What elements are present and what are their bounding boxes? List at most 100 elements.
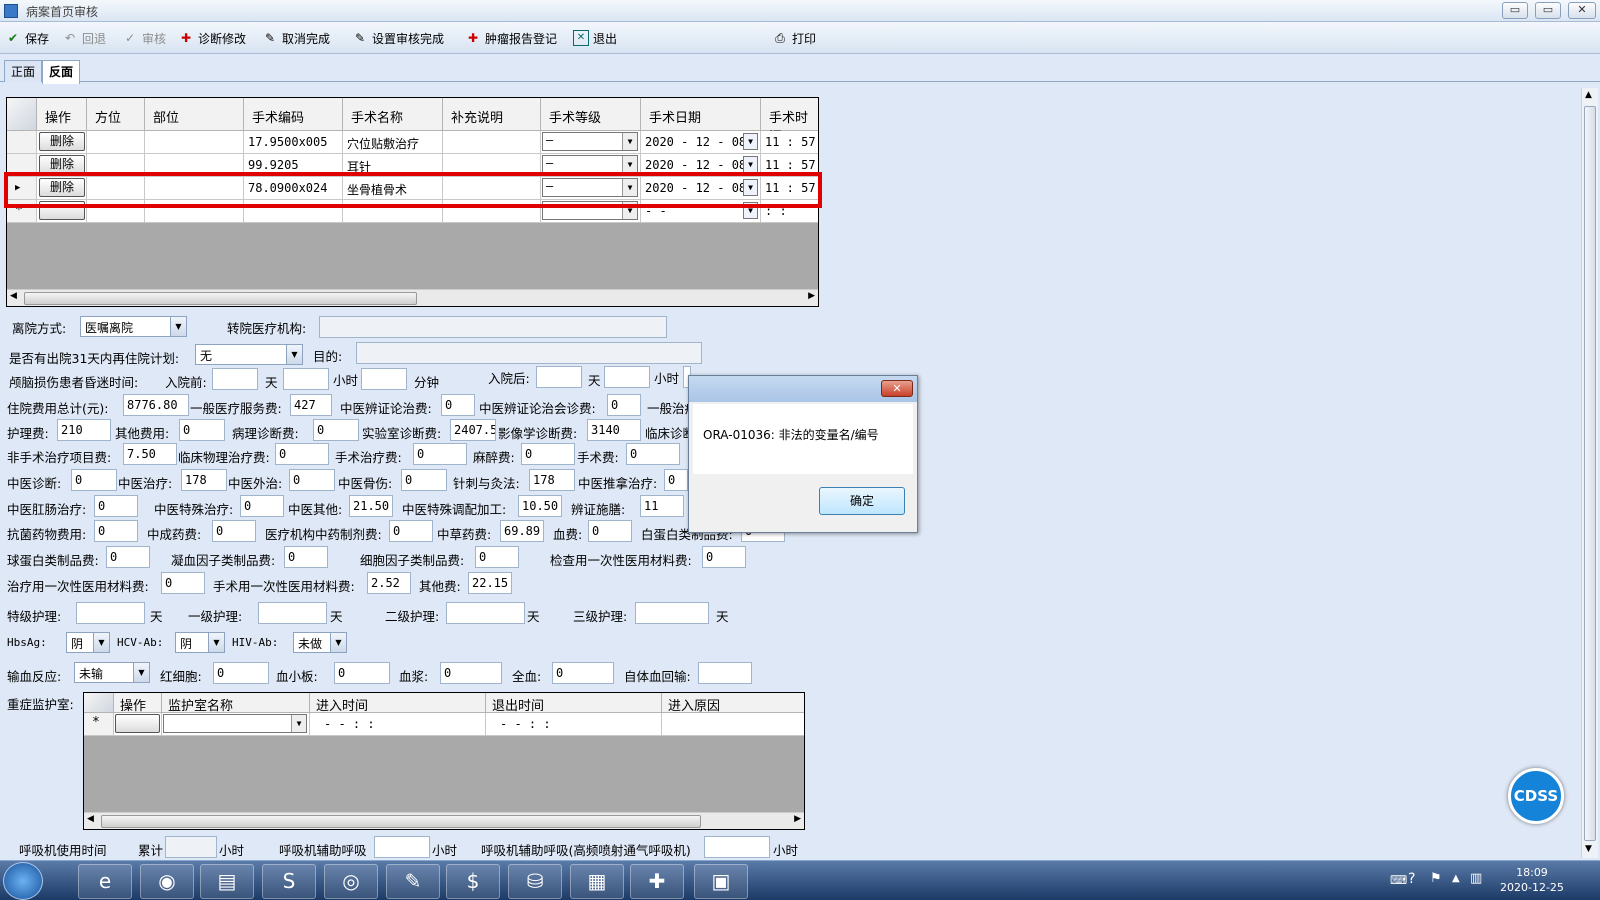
after-admit-hours-input[interactable]	[604, 366, 650, 388]
transfer-org-input[interactable]	[319, 316, 667, 338]
app-taskbar-icon[interactable]: ◉	[140, 864, 194, 899]
fee-input[interactable]: 0	[521, 443, 575, 465]
help-tray-icon[interactable]: ?	[1408, 871, 1415, 887]
icu-enter-time[interactable]: - - : :	[310, 713, 486, 736]
fee-input[interactable]: 21.50	[349, 495, 393, 517]
rollback-button[interactable]: ↶ 回退	[62, 29, 106, 47]
new-row-marker[interactable]: *	[84, 713, 114, 736]
nursing-input[interactable]	[446, 602, 525, 624]
cancel-complete-button[interactable]: ✎ 取消完成	[262, 29, 330, 47]
fee-input[interactable]: 210	[57, 419, 111, 441]
fee-input[interactable]: 427	[290, 394, 332, 416]
fee-input[interactable]: 0	[161, 572, 205, 594]
horizontal-scrollbar[interactable]: ◀ ▶	[7, 289, 818, 306]
ok-button[interactable]: 确定	[819, 487, 905, 515]
scroll-left-icon[interactable]: ◀	[10, 291, 17, 301]
table-cell[interactable]	[145, 131, 244, 154]
icu-name-select[interactable]: ▼	[163, 714, 307, 733]
vent-assist-input[interactable]	[374, 836, 430, 858]
taskbar-clock[interactable]: 18:09 2020-12-25	[1500, 865, 1564, 895]
scroll-right-icon[interactable]: ▶	[808, 291, 815, 301]
s-app-taskbar-icon[interactable]: S	[262, 864, 316, 899]
fee-input[interactable]: 0	[240, 495, 284, 517]
keyboard-tray-icon[interactable]: ⌨	[1390, 873, 1407, 887]
fee-input[interactable]: 7.50	[123, 443, 177, 465]
surgery-level-select[interactable]: – ▼	[542, 132, 638, 151]
exit-button[interactable]: ✕ 退出	[573, 29, 617, 47]
scroll-left-icon[interactable]: ◀	[87, 814, 94, 824]
nursing-input[interactable]	[258, 602, 327, 624]
scrollbar-thumb[interactable]	[101, 815, 701, 828]
flag-tray-icon[interactable]: ⚑	[1430, 871, 1442, 886]
notepad-taskbar-icon[interactable]: ✎	[386, 864, 440, 899]
fee-input[interactable]: 11	[640, 495, 684, 517]
blood-input[interactable]	[698, 662, 752, 684]
fee-input[interactable]: 0	[106, 546, 150, 568]
surgery-name-cell[interactable]: 穴位贴敷治疗	[343, 131, 443, 154]
scrollbar-thumb[interactable]	[1584, 106, 1596, 841]
dollar-app-taskbar-icon[interactable]: $	[446, 864, 500, 899]
transfusion-select[interactable]: 未输 ▼	[74, 662, 150, 683]
fee-input[interactable]: 8776.80	[123, 394, 189, 416]
fee-input[interactable]: 0	[475, 546, 519, 568]
new-row-button[interactable]	[115, 714, 160, 733]
before-admit-days-input[interactable]	[212, 368, 258, 390]
blood-input[interactable]: 0	[440, 662, 502, 684]
vent-hf-input[interactable]	[704, 836, 770, 858]
fee-input[interactable]: 0	[179, 419, 225, 441]
minimize-button[interactable]: ▭	[1502, 2, 1528, 19]
scroll-up-icon[interactable]: ▲	[1585, 90, 1592, 100]
close-button[interactable]: ✕	[1568, 2, 1596, 19]
diagnosis-modify-button[interactable]: ✚ 诊断修改	[178, 29, 246, 47]
tab-back[interactable]: 反面	[42, 60, 81, 84]
set-audit-complete-button[interactable]: ✎ 设置审核完成	[352, 29, 444, 47]
readmit-plan-select[interactable]: 无 ▼	[195, 344, 303, 365]
fee-input[interactable]: 3140	[587, 419, 641, 441]
scrollbar-thumb[interactable]	[24, 292, 417, 305]
blood-input[interactable]: 0	[334, 662, 390, 684]
nursing-input[interactable]	[635, 602, 709, 624]
scroll-right-icon[interactable]: ▶	[794, 814, 801, 824]
nursing-input[interactable]	[76, 602, 145, 624]
fee-input[interactable]: 178	[529, 469, 575, 491]
fee-input[interactable]: 0	[389, 520, 433, 542]
folder-taskbar-icon[interactable]: ▤	[200, 864, 254, 899]
icu-exit-time[interactable]: - - : :	[486, 713, 662, 736]
sql-taskbar-icon[interactable]: ▦	[570, 864, 624, 899]
fee-input[interactable]: 2407.5	[450, 419, 496, 441]
ventilator-total-input[interactable]	[165, 836, 217, 858]
chrome-taskbar-icon[interactable]: ◎	[324, 864, 378, 899]
cdss-button[interactable]: CDSS	[1508, 768, 1564, 824]
tab-front[interactable]: 正面	[4, 60, 43, 82]
vertical-scrollbar[interactable]: ▲ ▼	[1581, 88, 1598, 858]
after-admit-days-input[interactable]	[536, 366, 582, 388]
fee-input[interactable]: 0	[401, 469, 447, 491]
medical-doc-taskbar-icon[interactable]: ✚	[630, 864, 684, 899]
surgery-code-cell[interactable]: 17.9500x005	[244, 131, 343, 154]
fee-input[interactable]: 0	[284, 546, 328, 568]
tumor-report-register-button[interactable]: ✚ 肿瘤报告登记	[465, 29, 557, 47]
fee-input[interactable]: 0	[212, 520, 256, 542]
fee-input[interactable]: 0	[702, 546, 746, 568]
blood-input[interactable]: 0	[213, 662, 269, 684]
network-tray-icon[interactable]: ▥	[1470, 871, 1482, 886]
hbsag-select[interactable]: 阴 ▼	[66, 632, 110, 653]
surgery-date[interactable]: 2020 - 12 - 08	[645, 135, 746, 149]
row-header[interactable]	[7, 131, 37, 154]
discharge-method-select[interactable]: 医嘱离院 ▼	[80, 316, 187, 337]
hcv-select[interactable]: 阴 ▼	[175, 632, 225, 653]
fee-input[interactable]: 0	[275, 443, 329, 465]
fee-input[interactable]: 0	[94, 495, 138, 517]
save-button[interactable]: ✔ 保存	[5, 29, 49, 47]
surgery-time[interactable]: 11 : 57 : 0	[761, 131, 818, 154]
print-button[interactable]: ⎙ 打印	[772, 29, 816, 47]
delete-button[interactable]: 删除	[39, 132, 85, 151]
start-button[interactable]	[3, 862, 43, 900]
table-cell[interactable]	[87, 131, 145, 154]
dialog-close-button[interactable]: ✕	[881, 380, 913, 397]
calendar-dropdown-icon[interactable]: ▼	[743, 133, 758, 150]
blood-input[interactable]: 0	[552, 662, 614, 684]
fee-input[interactable]: 0	[313, 419, 359, 441]
calendar-dropdown-icon[interactable]: ▼	[743, 156, 758, 173]
scroll-down-icon[interactable]: ▼	[1585, 844, 1592, 854]
